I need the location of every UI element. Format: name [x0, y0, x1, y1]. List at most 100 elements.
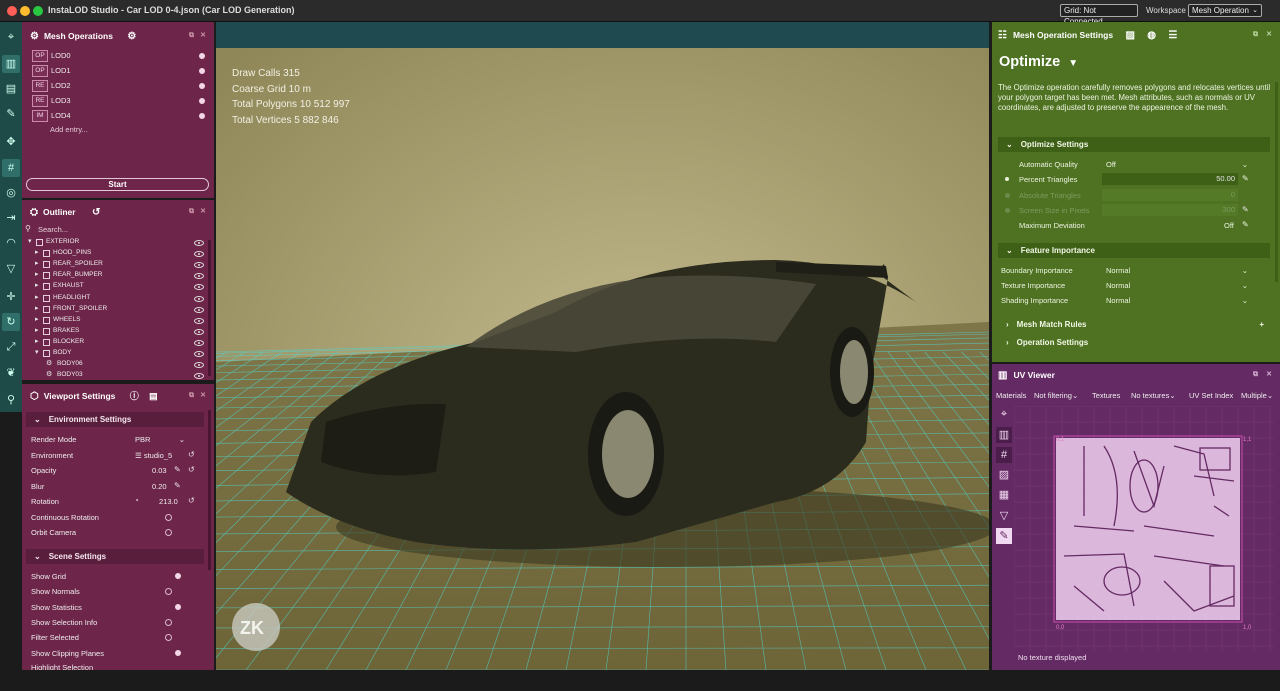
feature-importance-section[interactable]: ⌄ Feature Importance	[998, 243, 1270, 258]
brush-tool-icon[interactable]: ✎	[2, 105, 20, 123]
pen-icon[interactable]: ✎	[996, 528, 1012, 544]
outliner-item[interactable]: ▾ EXTERIOR	[22, 238, 208, 248]
crosshair-tool-icon[interactable]: ⌖	[2, 28, 20, 46]
visibility-eye-icon[interactable]	[194, 262, 204, 269]
undock-icon[interactable]: ⧉	[1253, 363, 1258, 387]
close-window-button[interactable]	[7, 6, 17, 16]
visibility-eye-icon[interactable]	[194, 351, 204, 357]
render-mode-select[interactable]: PBR ⌄	[135, 435, 185, 444]
visibility-eye-icon[interactable]	[194, 251, 204, 258]
visibility-eye-icon[interactable]	[194, 317, 204, 324]
outliner-item[interactable]: ▸ REAR_SPOILER	[22, 260, 208, 270]
operation-select[interactable]: Optimize ▼	[999, 54, 1078, 70]
close-icon[interactable]: ✕	[1266, 363, 1272, 387]
filter-tool-icon[interactable]: ▽	[2, 260, 20, 278]
settings-scrollbar[interactable]	[1275, 82, 1278, 282]
image-icon[interactable]: ▨	[996, 467, 1012, 483]
visibility-eye-icon[interactable]	[194, 362, 204, 369]
mesh-operation-item[interactable]: LOD4	[51, 111, 71, 120]
outliner-item[interactable]: ▸ BLOCKER	[22, 338, 208, 348]
opacity-value[interactable]: 0.03	[152, 466, 167, 475]
mesh-operation-enabled-toggle[interactable]	[199, 83, 205, 89]
expand-arrow-icon[interactable]: ▸	[35, 304, 39, 312]
mesh-match-rules-section[interactable]: › Mesh Match Rules +	[998, 317, 1270, 332]
reset-icon[interactable]: ↺	[188, 450, 195, 459]
grid-tool-icon[interactable]: #	[2, 159, 20, 177]
outliner-item[interactable]: ⚙ BODY06	[22, 360, 208, 370]
viewport-settings-scrollbar[interactable]	[208, 410, 211, 570]
percent-triangles-radio[interactable]	[1005, 177, 1009, 181]
nodes-tool-icon[interactable]: ✥	[2, 133, 20, 151]
optimize-settings-section[interactable]: ⌄ Optimize Settings	[998, 137, 1270, 152]
figure-tool-icon[interactable]: ⚲	[2, 391, 20, 409]
minimize-window-button[interactable]	[20, 6, 30, 16]
edit-icon[interactable]: ✎	[1242, 220, 1249, 229]
undock-icon[interactable]: ⧉	[189, 200, 194, 224]
reset-icon[interactable]: ↺	[92, 207, 100, 218]
info-icon[interactable]: ⓘ	[130, 391, 139, 401]
blur-value[interactable]: 0.20	[152, 482, 167, 491]
console-icon[interactable]: ▤	[149, 391, 158, 401]
expand-arrow-icon[interactable]: ▾	[28, 237, 32, 245]
screen-size-field[interactable]: 300	[1102, 204, 1238, 216]
undock-icon[interactable]: ⧉	[189, 384, 194, 408]
add-entry-link[interactable]: Add entry...	[50, 125, 88, 134]
outliner-item[interactable]: ▸ REAR_BUMPER	[22, 271, 208, 281]
edit-icon[interactable]: ✎	[1242, 174, 1249, 183]
undock-icon[interactable]: ⧉	[189, 24, 194, 48]
mesh-operation-enabled-toggle[interactable]	[199, 113, 205, 119]
expand-arrow-icon[interactable]: ▾	[35, 348, 39, 356]
close-icon[interactable]: ✕	[200, 384, 206, 408]
show-selection-info-toggle[interactable]	[165, 619, 172, 626]
mesh-operation-item[interactable]: LOD2	[51, 81, 71, 90]
boundary-importance-select[interactable]: Normal ⌄	[1106, 266, 1248, 275]
mesh-operation-item[interactable]: LOD3	[51, 96, 71, 105]
zoom-window-button[interactable]	[33, 6, 43, 16]
search-input[interactable]: Search...	[38, 225, 68, 234]
workspace-select[interactable]: Mesh Operation ⌄	[1188, 4, 1262, 17]
outliner-item[interactable]: ▸ FRONT_SPOILER	[22, 305, 208, 315]
visibility-eye-icon[interactable]	[194, 240, 204, 246]
mesh-operation-item[interactable]: LOD1	[51, 66, 71, 75]
filter-selected-toggle[interactable]	[165, 634, 172, 641]
continuous-rotation-toggle[interactable]	[165, 514, 172, 521]
scene-settings-section[interactable]: ⌄ Scene Settings	[26, 549, 204, 564]
paint-tool-icon[interactable]: ❦	[2, 364, 20, 382]
layout-tool-icon[interactable]: ▥	[2, 55, 20, 73]
filter-icon[interactable]: ▽	[996, 508, 1012, 524]
show-clipping-planes-toggle[interactable]	[175, 650, 181, 656]
expand-arrow-icon[interactable]: ▸	[35, 281, 39, 289]
mesh-operation-item[interactable]: LOD0	[51, 51, 71, 60]
percent-triangles-field[interactable]: 50.00	[1102, 173, 1238, 185]
move-tool-icon[interactable]: ✛	[2, 288, 20, 306]
rotation-dial-icon[interactable]: ◔	[134, 496, 139, 505]
outliner-item[interactable]: ▾ BODY	[22, 349, 208, 359]
screen-size-radio[interactable]	[1005, 208, 1010, 213]
expand-arrow-icon[interactable]: ▸	[35, 248, 39, 256]
viewport[interactable]: ZK Draw Calls 315 Coarse Grid 10 m Total…	[216, 22, 989, 670]
outliner-item[interactable]: ▸ WHEELS	[22, 316, 208, 326]
close-icon[interactable]: ✕	[200, 200, 206, 224]
edit-icon[interactable]: ✎	[174, 465, 181, 474]
outliner-item[interactable]: ▸ HEADLIGHT	[22, 294, 208, 304]
texture-importance-select[interactable]: Normal ⌄	[1106, 281, 1248, 290]
expand-arrow-icon[interactable]: ▸	[35, 337, 39, 345]
shading-importance-select[interactable]: Normal ⌄	[1106, 296, 1248, 305]
expand-arrow-icon[interactable]: ▸	[35, 315, 39, 323]
outliner-item[interactable]: ▸ HOOD_PINS	[22, 249, 208, 259]
expand-arrow-icon[interactable]: ▸	[35, 326, 39, 334]
uvset-select[interactable]: Multiple⌄	[1241, 391, 1273, 400]
layout-icon[interactable]: ▥	[996, 427, 1012, 443]
show-normals-toggle[interactable]	[165, 588, 172, 595]
show-grid-toggle[interactable]	[175, 573, 181, 579]
visibility-eye-icon[interactable]	[194, 328, 204, 335]
edit-icon[interactable]: ✎	[1242, 205, 1249, 214]
expand-arrow-icon[interactable]: ▸	[35, 259, 39, 267]
helmet-tool-icon[interactable]: ◠	[2, 234, 20, 252]
reset-icon[interactable]: ↺	[188, 465, 195, 474]
expand-tool-icon[interactable]: ⤢	[2, 338, 20, 356]
settings-gear-icon[interactable]: ⚙	[127, 31, 136, 42]
close-icon[interactable]: ✕	[1266, 23, 1272, 47]
visibility-eye-icon[interactable]	[194, 339, 204, 346]
grid-status-button[interactable]: Grid: Not Connected	[1060, 4, 1138, 26]
